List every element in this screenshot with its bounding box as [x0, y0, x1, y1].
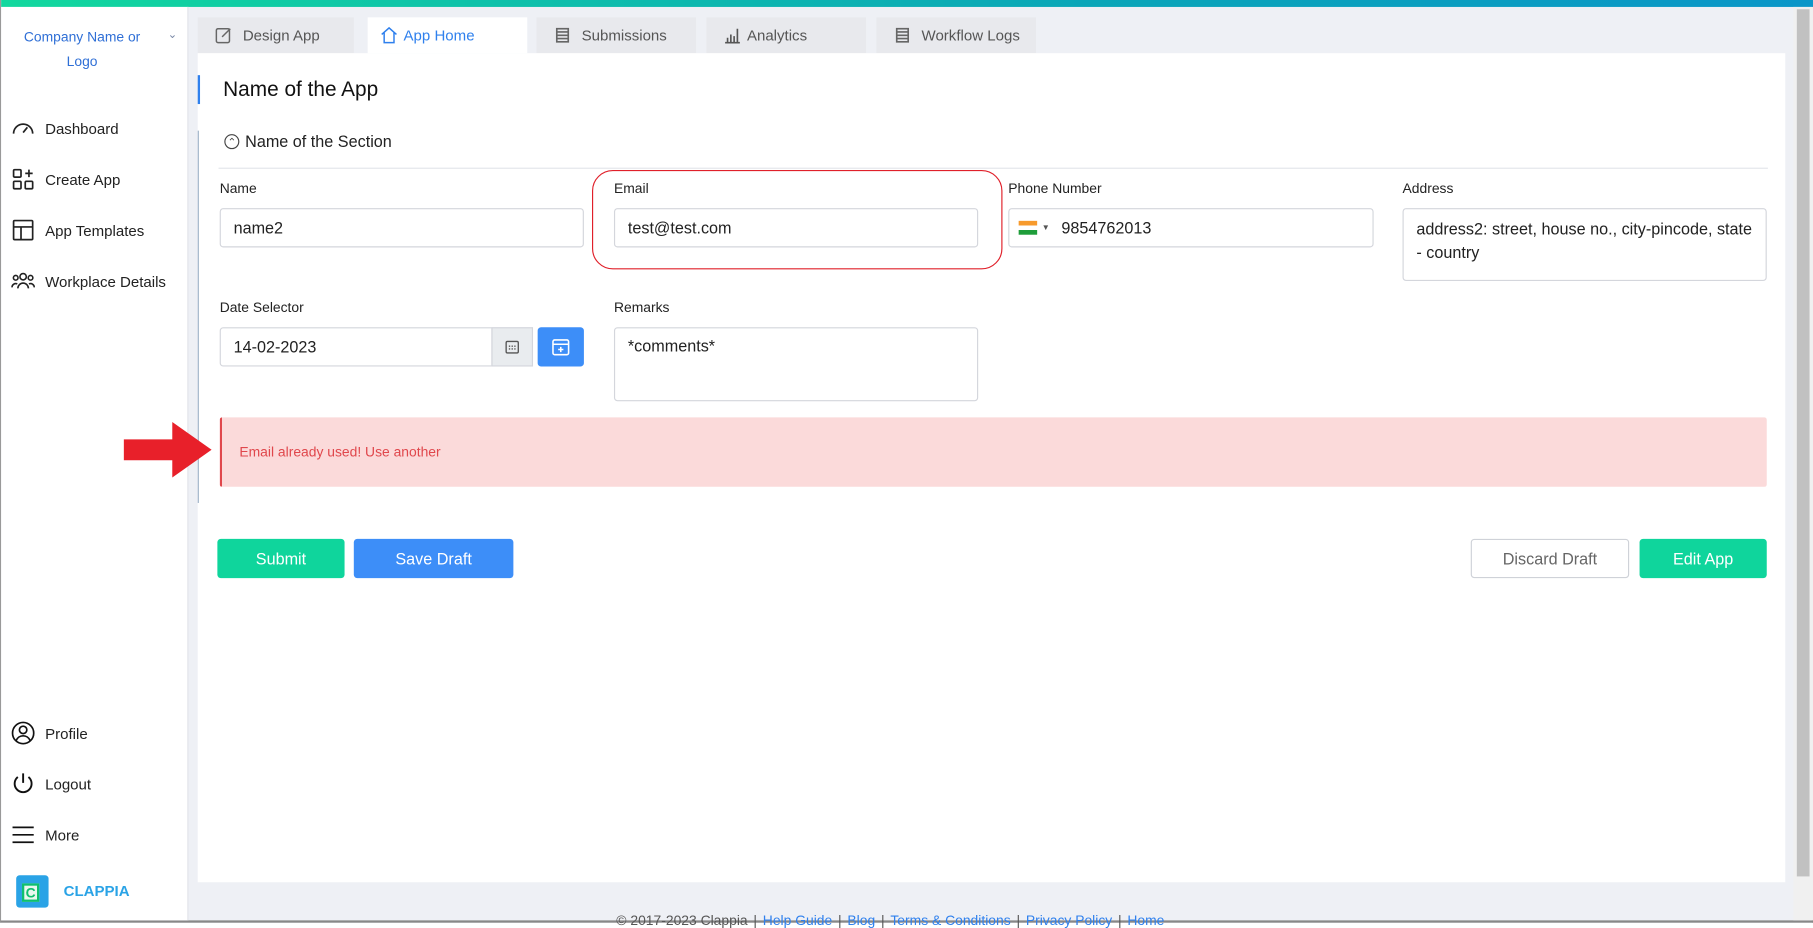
phone-label: Phone Number — [1008, 180, 1101, 196]
company-logo[interactable]: Company Name or Logo — [13, 25, 152, 74]
footer-copyright: © 2017-2023 Clappia — [616, 912, 747, 928]
remarks-label: Remarks — [614, 299, 670, 315]
template-icon — [10, 217, 35, 242]
tab-workflow-logs[interactable]: Workflow Logs — [876, 17, 1036, 53]
add-grid-icon — [10, 167, 35, 192]
sidebar-item-label: Dashboard — [45, 120, 119, 137]
tab-label: Workflow Logs — [922, 27, 1020, 44]
sidebar-item-logout[interactable]: Logout — [10, 771, 91, 796]
collapse-section-icon[interactable]: ⌃ — [224, 134, 239, 149]
remarks-textarea[interactable]: *comments* — [614, 327, 978, 401]
tab-analytics[interactable]: Analytics — [706, 17, 866, 53]
scrollbar-thumb[interactable] — [1797, 9, 1810, 876]
user-circle-icon — [10, 720, 35, 745]
email-input[interactable]: test@test.com — [614, 208, 978, 247]
sidebar-item-workplace-details[interactable]: Workplace Details — [10, 268, 166, 293]
clappia-logo-icon: C — [16, 875, 48, 907]
list-icon — [893, 25, 913, 45]
app-window: Company Name or Logo ⌄ Dashboard Create … — [0, 0, 1813, 923]
name-label: Name — [220, 180, 257, 196]
home-icon — [379, 25, 399, 45]
people-icon — [10, 268, 35, 293]
tab-design-app[interactable]: Design App — [198, 17, 354, 53]
footer-link-home[interactable]: Home — [1127, 912, 1164, 928]
footer: © 2017-2023 Clappia| Help Guide| Blog| T… — [616, 912, 1164, 928]
section-divider — [219, 168, 1768, 169]
phone-value: 9854762013 — [1061, 219, 1151, 238]
bar-chart-icon — [723, 25, 743, 45]
brand-name: CLAPPIA — [64, 882, 130, 899]
page-title: Name of the App — [223, 77, 378, 101]
sidebar-item-label: Workplace Details — [45, 272, 166, 289]
date-label: Date Selector — [220, 299, 304, 315]
gauge-icon — [10, 116, 35, 141]
calendar-icon[interactable] — [491, 327, 533, 366]
sidebar-item-dashboard[interactable]: Dashboard — [10, 116, 118, 141]
sidebar-item-profile[interactable]: Profile — [10, 720, 87, 745]
sidebar-item-app-templates[interactable]: App Templates — [10, 217, 144, 242]
list-icon — [553, 25, 573, 45]
title-accent — [198, 75, 200, 104]
address-textarea[interactable]: address2: street, house no., city-pincod… — [1403, 208, 1767, 281]
save-draft-button[interactable]: Save Draft — [354, 539, 514, 578]
phone-input[interactable]: ▼ 9854762013 — [1008, 208, 1373, 247]
footer-link-blog[interactable]: Blog — [847, 912, 875, 928]
footer-link-terms[interactable]: Terms & Conditions — [890, 912, 1010, 928]
power-icon — [10, 771, 35, 796]
footer-link-help[interactable]: Help Guide — [763, 912, 832, 928]
section-title: Name of the Section — [245, 132, 392, 151]
india-flag-icon[interactable] — [1019, 221, 1038, 235]
footer-link-privacy[interactable]: Privacy Policy — [1026, 912, 1112, 928]
menu-icon — [10, 822, 35, 847]
sidebar-item-label: More — [45, 826, 79, 843]
sidebar-item-label: App Templates — [45, 221, 144, 238]
add-calendar-event-icon[interactable] — [538, 327, 584, 366]
sidebar-item-label: Logout — [45, 775, 91, 792]
red-arrow-annotation-icon — [124, 422, 212, 478]
tab-label: Submissions — [582, 27, 667, 44]
top-gradient-bar — [1, 0, 1813, 7]
tab-submissions[interactable]: Submissions — [537, 17, 697, 53]
sidebar-item-more[interactable]: More — [10, 822, 79, 847]
sidebar-item-label: Profile — [45, 724, 88, 741]
name-input[interactable]: name2 — [220, 208, 584, 247]
tab-label: Design App — [243, 27, 320, 44]
discard-draft-button[interactable]: Discard Draft — [1471, 539, 1629, 578]
tab-app-home[interactable]: App Home — [368, 17, 528, 53]
edit-app-button[interactable]: Edit App — [1640, 539, 1767, 578]
email-label: Email — [614, 180, 649, 196]
sidebar-item-create-app[interactable]: Create App — [10, 167, 120, 192]
tab-label: Analytics — [747, 27, 807, 44]
submit-button[interactable]: Submit — [217, 539, 344, 578]
sidebar-item-label: Create App — [45, 171, 120, 188]
chevron-down-icon[interactable]: ⌄ — [168, 29, 178, 42]
tab-label: App Home — [404, 27, 475, 44]
edit-icon — [214, 25, 234, 45]
error-alert: Email already used! Use another — [220, 417, 1767, 486]
date-input[interactable]: 14-02-2023 — [220, 327, 493, 366]
address-label: Address — [1403, 180, 1454, 196]
country-dropdown-icon[interactable]: ▼ — [1042, 224, 1050, 232]
